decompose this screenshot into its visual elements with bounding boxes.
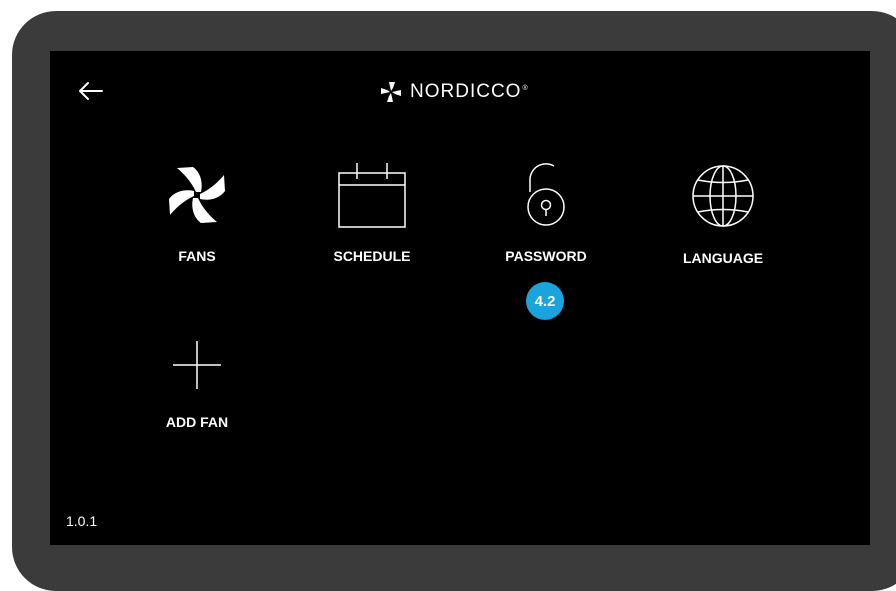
plus-icon (173, 341, 221, 389)
globe-icon (692, 165, 754, 227)
tile-fans[interactable]: FANS (142, 159, 252, 269)
brand-logo: NORDICCO® (378, 78, 529, 106)
version-label: 1.0.1 (66, 513, 98, 529)
tile-label-add-fan: ADD FAN (165, 414, 229, 430)
nordicco-logo-icon (381, 82, 401, 102)
tile-add-fan[interactable]: ADD FAN (142, 335, 252, 435)
calendar-icon (338, 163, 406, 228)
tile-label-language: LANGUAGE (682, 250, 764, 266)
tile-label-password: PASSWORD (505, 248, 587, 264)
fan-icon (169, 167, 225, 223)
annotation-badge: 4.2 (526, 282, 564, 320)
arrow-left-icon (79, 82, 103, 100)
tile-schedule[interactable]: SCHEDULE (317, 159, 427, 269)
unlock-icon (527, 163, 565, 226)
tile-label-schedule: SCHEDULE (333, 248, 411, 264)
tile-label-fans: FANS (178, 248, 216, 264)
back-button[interactable] (77, 79, 105, 103)
tile-password[interactable]: PASSWORD (491, 159, 601, 269)
tile-language[interactable]: LANGUAGE (668, 159, 778, 269)
registered-mark: ® (522, 84, 529, 92)
brand-name: NORDICCO® (410, 81, 529, 102)
touch-screen: NORDICCO® FANS SCHEDULE PASSWORD LANGUAG… (50, 51, 870, 545)
